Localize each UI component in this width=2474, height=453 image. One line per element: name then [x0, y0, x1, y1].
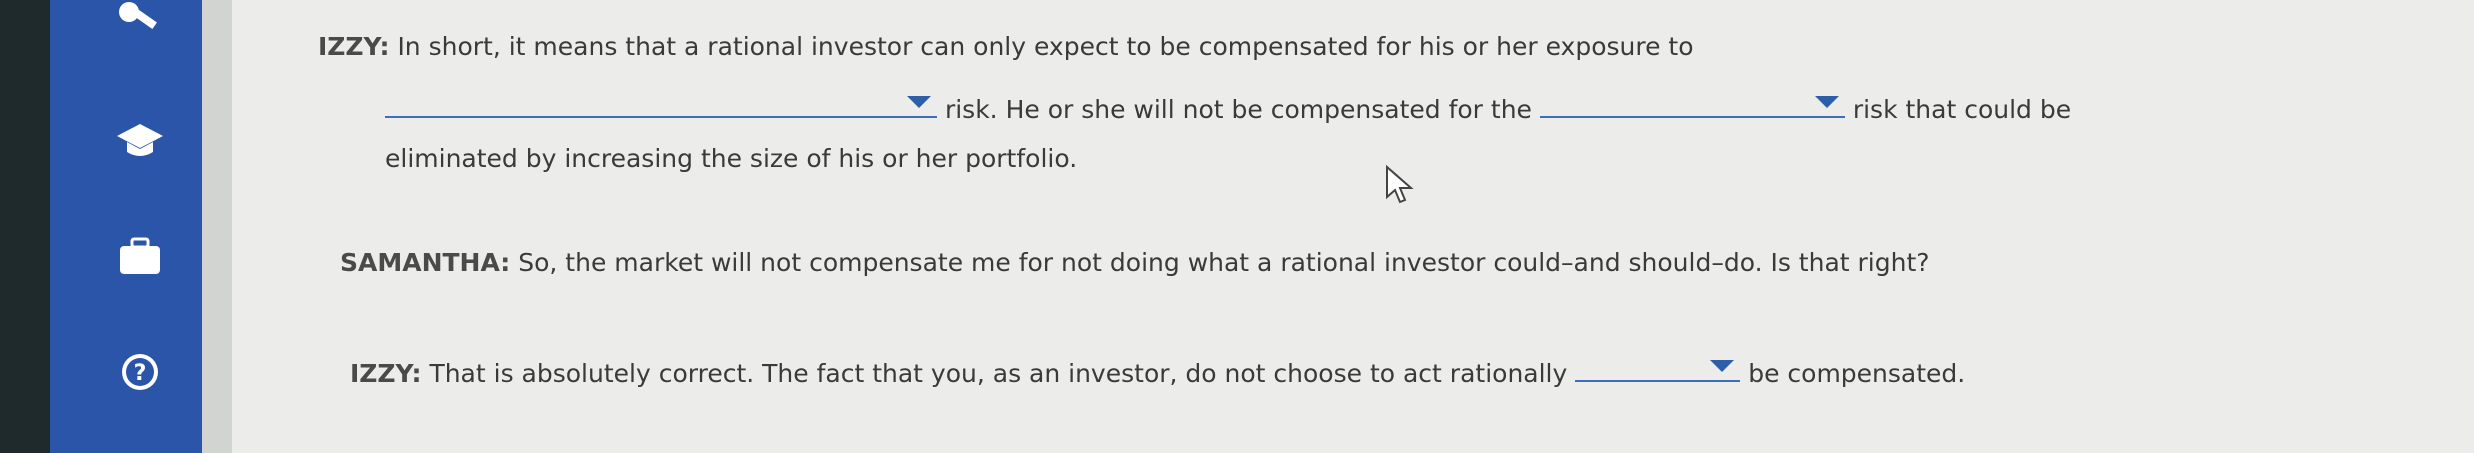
key-icon[interactable] [115, 0, 165, 42]
mouse-cursor-icon [1385, 164, 1415, 209]
izzy-line-2: risk. He or she will not be compensated … [385, 86, 2071, 127]
speaker-samantha: SAMANTHA: [340, 248, 511, 277]
izzy-text-2: risk. He or she will not be compensated … [944, 95, 1532, 124]
izzy-text-1: In short, it means that a rational inves… [397, 32, 1694, 61]
screen-edge [0, 0, 50, 453]
briefcase-icon[interactable] [115, 232, 165, 282]
izzy-line-4: IZZY: That is absolutely correct. The fa… [350, 350, 1965, 391]
izzy-text-3: risk that could be [1852, 95, 2072, 124]
izzy-text-6: be compensated. [1748, 359, 1966, 388]
help-glyph: ? [134, 361, 147, 386]
help-icon[interactable]: ? [115, 347, 165, 397]
izzy-text-5: That is absolutely correct. The fact tha… [429, 359, 1568, 388]
graduation-cap-icon[interactable] [115, 115, 165, 165]
chevron-down-icon [907, 96, 931, 108]
risk-type-dropdown-1[interactable] [385, 86, 937, 118]
modal-dropdown[interactable] [1575, 350, 1741, 382]
samantha-line: SAMANTHA: So, the market will not compen… [340, 246, 1930, 280]
izzy-line-1: IZZY: In short, it means that a rational… [318, 30, 1694, 64]
izzy-line-3: eliminated by increasing the size of his… [385, 142, 1077, 176]
samantha-text: So, the market will not compensate me fo… [518, 248, 1930, 277]
speaker-izzy-2: IZZY: [350, 359, 422, 388]
chevron-down-icon [1814, 96, 1839, 108]
risk-type-dropdown-2[interactable] [1539, 86, 1845, 118]
chevron-down-icon [1710, 360, 1735, 372]
speaker-izzy: IZZY: [318, 32, 390, 61]
izzy-text-4: eliminated by increasing the size of his… [385, 144, 1078, 173]
sidebar-divider [202, 0, 232, 453]
